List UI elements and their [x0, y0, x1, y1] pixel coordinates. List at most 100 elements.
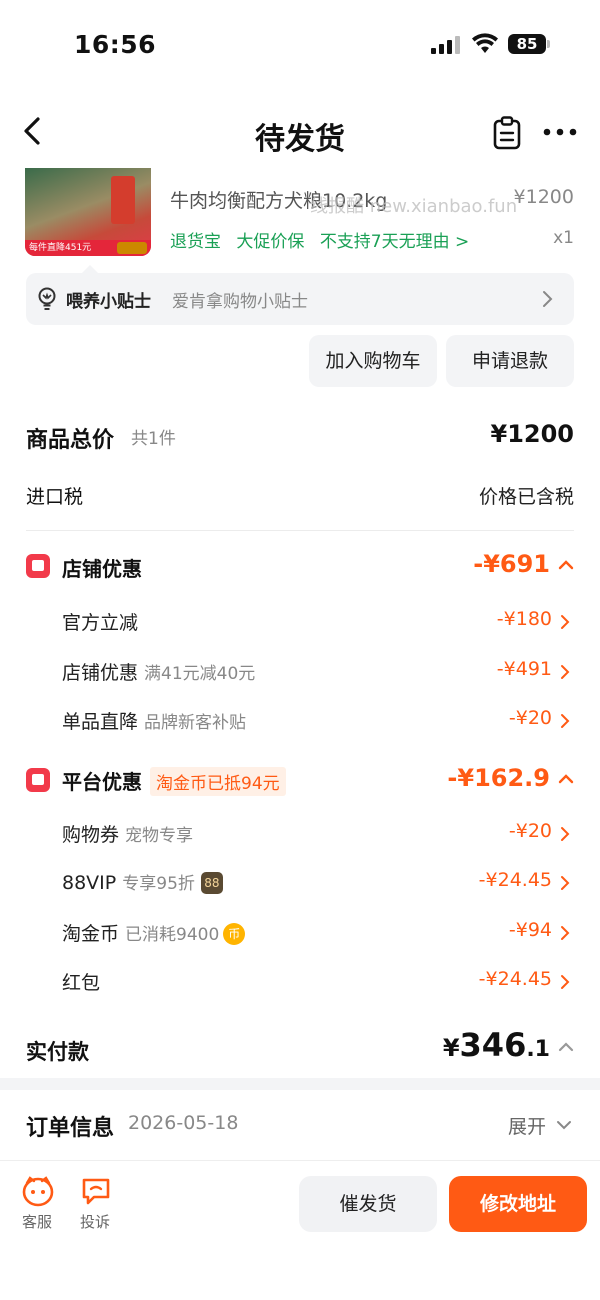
urge-shipping-button[interactable]: 催发货: [299, 1176, 437, 1232]
discount-item-label: 官方立减: [62, 612, 139, 634]
status-time: 16:56: [74, 30, 157, 59]
tip-text: 爱肯拿购物小贴士: [172, 292, 308, 312]
total-price-label: 商品总价: [26, 428, 115, 453]
discount-item-value: -¥20: [508, 707, 552, 729]
chevron-right-icon: [561, 876, 570, 890]
lightbulb-icon: [38, 287, 56, 310]
total-price-value: ¥1200: [490, 420, 575, 448]
discount-item-label: 店铺优惠: [62, 662, 139, 684]
discount-item-row[interactable]: 88VIP 专享95折 88 -¥24.45: [0, 867, 600, 897]
paid-amount-row[interactable]: 实付款 ¥346.1: [0, 1026, 600, 1070]
discount-item-value: -¥24.45: [478, 968, 552, 990]
modify-address-button[interactable]: 修改地址: [449, 1176, 587, 1232]
discount-item-sub: 专享95折: [122, 874, 195, 894]
service-tag: 退货宝: [170, 232, 221, 252]
discount-item-row[interactable]: 购物券 宠物专享 -¥20: [0, 818, 600, 848]
product-service-tags: 退货宝 大促价保 不支持7天无理由 >: [170, 227, 479, 252]
shop-discount-header[interactable]: 店铺优惠 -¥691: [0, 548, 600, 584]
discount-item-label: 单品直降: [62, 711, 139, 733]
discount-item-row[interactable]: 店铺优惠 满41元减40元 -¥491: [0, 656, 600, 686]
order-info-row[interactable]: 订单信息 2026-05-18 展开: [0, 1106, 600, 1142]
discount-item-sub: 满41元减40元: [144, 664, 256, 684]
order-info-label: 订单信息: [26, 1116, 115, 1141]
complain-label[interactable]: 投诉: [80, 1211, 110, 1232]
chevron-up-icon: [558, 560, 574, 570]
platform-discount-label: 平台优惠: [62, 770, 142, 794]
complain-button[interactable]: [76, 1175, 116, 1211]
chevron-right-icon: [561, 926, 570, 940]
tip-label: 喂养小贴士: [66, 292, 151, 312]
service-tag: 大促价保: [236, 232, 305, 252]
discount-item-value: -¥24.45: [478, 869, 552, 891]
product-quantity: x1: [553, 228, 574, 248]
chevron-right-icon: [543, 291, 553, 307]
discount-item-label: 淘金币: [62, 923, 120, 945]
total-count: 共1件: [131, 429, 176, 449]
discount-item-row[interactable]: 淘金币 已消耗9400 币 -¥94: [0, 917, 600, 947]
paid-currency: ¥: [442, 1034, 460, 1062]
paid-decimal: .1: [526, 1037, 550, 1062]
expand-label: 展开: [507, 1116, 546, 1138]
nav-bar: 待发货: [0, 100, 600, 166]
discount-item-label: 红包: [62, 972, 101, 994]
chevron-right-icon: [561, 827, 570, 841]
discount-item-sub: 已消耗9400: [125, 925, 220, 945]
88vip-badge-icon: 88: [200, 872, 223, 894]
platform-icon: [26, 768, 50, 792]
chevron-down-icon: [557, 1121, 571, 1130]
product-image[interactable]: 每件直降451元: [25, 168, 151, 256]
battery-level: 85: [508, 34, 546, 54]
status-bar: 16:56 85: [0, 0, 600, 92]
paid-label: 实付款: [26, 1040, 89, 1064]
discount-item-label: 88VIP: [62, 872, 117, 894]
import-tax-value: 价格已含税: [478, 486, 574, 508]
total-price-row: 商品总价 共1件 ¥1200: [0, 418, 600, 454]
order-date: 2026-05-18: [128, 1112, 239, 1134]
platform-discount-header[interactable]: 平台优惠 淘金币已抵94元 -¥162.9: [0, 762, 600, 798]
watermark: 线报酷 new.xianbao.fun: [310, 196, 518, 217]
section-separator: [0, 1078, 600, 1090]
chevron-right-icon: [561, 615, 570, 629]
customer-service-button[interactable]: [18, 1175, 58, 1211]
import-tax-row: 进口税 价格已含税: [0, 480, 600, 510]
battery-icon: 85: [508, 34, 550, 54]
chevron-right-icon: [561, 665, 570, 679]
more-icon[interactable]: [543, 122, 577, 142]
product-price: ¥1200: [513, 186, 574, 208]
discount-item-sub: 品牌新客补贴: [144, 713, 247, 733]
discount-item-value: -¥180: [496, 608, 552, 630]
discount-item-value: -¥20: [508, 820, 552, 842]
import-tax-label: 进口税: [26, 486, 84, 508]
discount-item-row[interactable]: 单品直降 品牌新客补贴 -¥20: [0, 705, 600, 735]
bottom-action-bar: 客服 投诉 催发货 修改地址: [0, 1160, 600, 1300]
chevron-right-icon: [561, 714, 570, 728]
discount-item-value: -¥94: [508, 919, 552, 941]
discount-item-value: -¥491: [496, 658, 552, 680]
customer-service-label[interactable]: 客服: [22, 1211, 52, 1232]
discount-item-row[interactable]: 红包 -¥24.45: [0, 966, 600, 996]
divider: [26, 530, 574, 531]
chevron-right-icon: [561, 975, 570, 989]
chevron-up-icon: [558, 774, 574, 784]
paid-amount: ¥346.1: [443, 1026, 550, 1064]
coin-icon: 币: [223, 923, 246, 945]
shop-discount-value: -¥691: [473, 550, 550, 578]
wifi-icon: [472, 33, 498, 53]
clipboard-icon[interactable]: [492, 116, 522, 150]
discount-item-label: 购物券: [62, 824, 120, 846]
discount-item-sub: 宠物专享: [125, 826, 194, 846]
shop-discount-label: 店铺优惠: [62, 557, 142, 581]
discount-item-row[interactable]: 官方立减 -¥180: [0, 606, 600, 636]
add-to-cart-button[interactable]: 加入购物车: [309, 335, 437, 387]
taojinbi-chip: 淘金币已抵94元: [150, 767, 286, 796]
complain-icon: [82, 1178, 110, 1205]
paid-integer: 346: [459, 1026, 527, 1064]
chevron-up-icon: [558, 1042, 574, 1052]
refund-button[interactable]: 申请退款: [446, 335, 574, 387]
shop-icon: [26, 554, 50, 578]
feeding-tip-banner[interactable]: 喂养小贴士 爱肯拿购物小贴士: [26, 265, 574, 325]
customer-service-icon: [22, 1176, 54, 1207]
platform-discount-value: -¥162.9: [447, 764, 550, 792]
service-tag-link[interactable]: 不支持7天无理由 >: [320, 232, 469, 252]
signal-icon: [431, 36, 460, 54]
